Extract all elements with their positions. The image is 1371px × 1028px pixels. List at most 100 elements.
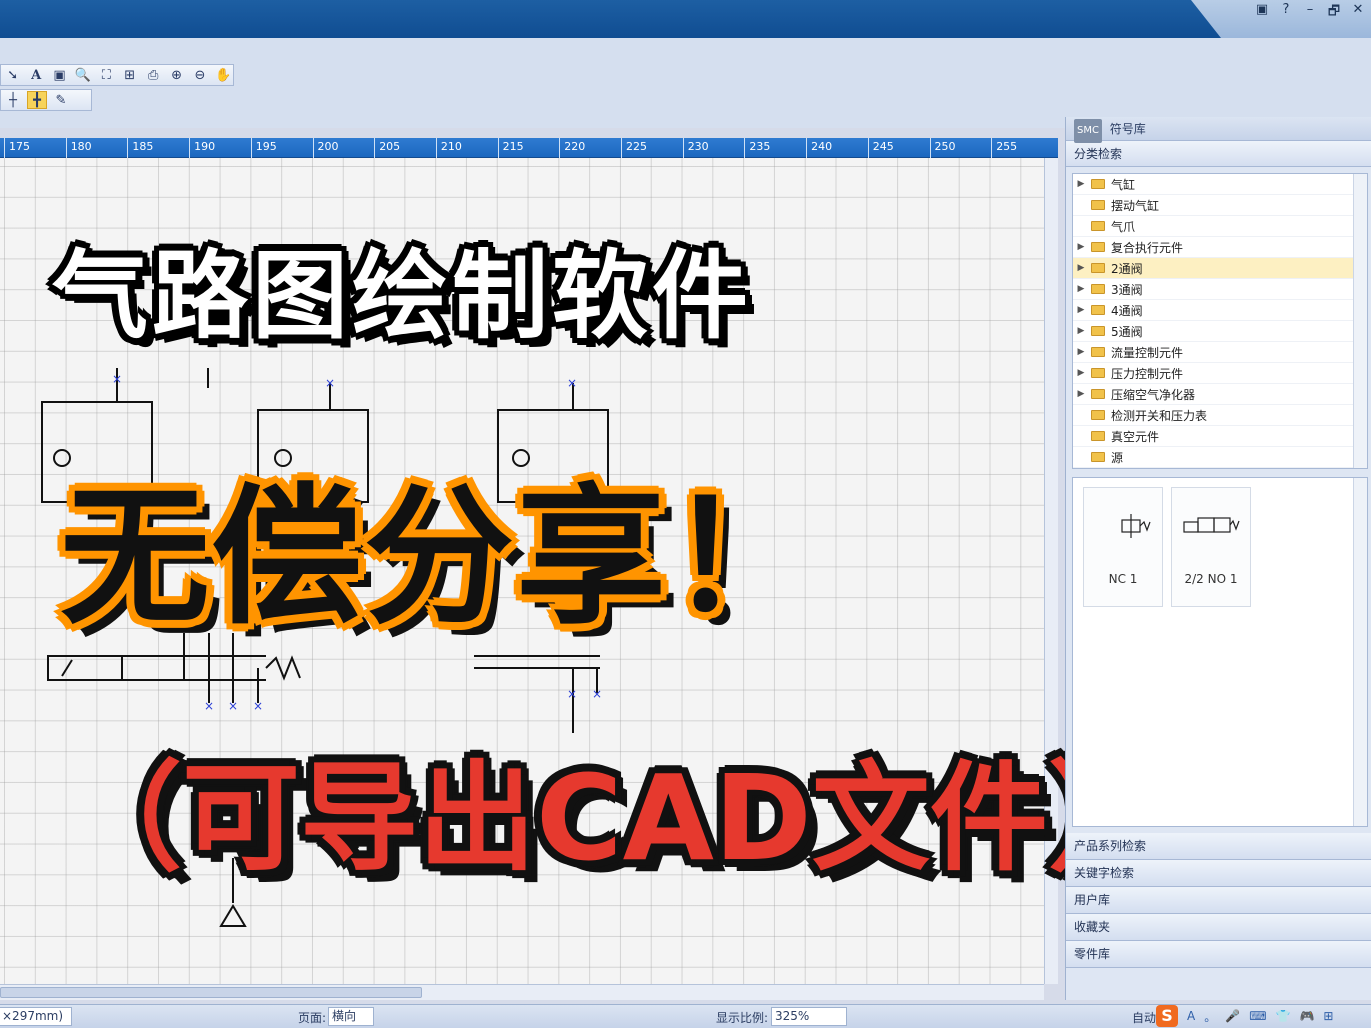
- game-icon[interactable]: 🎮: [1299, 1009, 1314, 1023]
- zoom-in-icon[interactable]: ⊕: [167, 66, 186, 84]
- tree-scrollbar[interactable]: [1353, 174, 1367, 468]
- ime-mode-icon[interactable]: A: [1187, 1009, 1195, 1023]
- restore-layout-icon[interactable]: ▣: [1255, 2, 1269, 24]
- headline-cad-export: （可导出CAD文件）: [64, 749, 1166, 887]
- canvas-horizontal-scrollbar[interactable]: [0, 984, 1044, 1000]
- folder-icon: [1091, 200, 1105, 210]
- svg-text:×: ×: [253, 699, 263, 713]
- print-preview-icon[interactable]: ⎙: [143, 66, 162, 84]
- folder-icon: [1091, 347, 1105, 357]
- tree-item[interactable]: ▶ 4通阀: [1073, 300, 1367, 321]
- tree-item-label: 气缸: [1111, 177, 1136, 192]
- tree-item[interactable]: ▶ 气缸: [1073, 174, 1367, 195]
- app-window: ▣ ? – 🗗 ✕ ➘ A ▣ 🔍 ⛶ ⊞ ⎙ ⊕ ⊖ ✋ ┼ ╋ ✎ 175 1…: [0, 0, 1371, 1028]
- toolbox-icon[interactable]: ⊞: [1323, 1009, 1333, 1023]
- crosshair-icon[interactable]: ┼: [3, 91, 23, 109]
- panel-sections: 产品系列检索 关键字检索 用户库 收藏夹 零件库: [1066, 833, 1371, 968]
- tree-item[interactable]: ▶ 3通阀: [1073, 279, 1367, 300]
- folder-icon: [1091, 284, 1105, 294]
- tree-item[interactable]: ▶ 压力控制元件: [1073, 363, 1367, 384]
- tree-item-label: 气爪: [1111, 219, 1136, 234]
- zoom-out-icon[interactable]: ⊖: [190, 66, 209, 84]
- ruler-tick: 190: [189, 138, 215, 158]
- tree-item-label: 5通阀: [1111, 324, 1143, 339]
- tree-item[interactable]: ▶ 2通阀: [1073, 258, 1367, 279]
- section-favorites[interactable]: 收藏夹: [1066, 914, 1371, 941]
- symbol-library-panel: SMC 符号库 分类检索 ▶ 气缸 摆动气缸 气爪 ▶ 复合执行元件 ▶ 2通阀 ▶ 3通阀 ▶ 4通…: [1065, 117, 1371, 1000]
- svg-text:×: ×: [325, 376, 335, 390]
- svg-text:×: ×: [567, 687, 577, 701]
- smc-logo: SMC: [1074, 119, 1102, 143]
- snap-icon[interactable]: ╋: [27, 91, 47, 109]
- microphone-icon[interactable]: 🎤: [1225, 1009, 1240, 1023]
- section-parts-library[interactable]: 零件库: [1066, 941, 1371, 968]
- system-tray: S A 。 🎤 ⌨ 👕 🎮 ⊞: [1150, 1004, 1371, 1028]
- text-icon[interactable]: A: [26, 66, 45, 84]
- zoom-grid-icon[interactable]: ⊞: [120, 66, 139, 84]
- tree-item-label: 压力控制元件: [1111, 366, 1184, 381]
- section-user-library[interactable]: 用户库: [1066, 887, 1371, 914]
- zoom-fit-icon[interactable]: ⛶: [97, 66, 116, 84]
- expand-arrow-icon[interactable]: ▶: [1073, 179, 1089, 189]
- tree-item-label: 检测开关和压力表: [1111, 408, 1208, 423]
- pan-hand-icon[interactable]: ✋: [214, 66, 233, 84]
- tree-item[interactable]: ▶ 压缩空气净化器: [1073, 384, 1367, 405]
- symbol-thumb-no[interactable]: 2/2 NO 1: [1171, 487, 1251, 607]
- tree-item[interactable]: ▶ 流量控制元件: [1073, 342, 1367, 363]
- image-icon[interactable]: ▣: [50, 66, 69, 84]
- close-icon[interactable]: ✕: [1351, 2, 1365, 24]
- tree-item[interactable]: 摆动气缸: [1073, 195, 1367, 216]
- expand-arrow-icon[interactable]: ▶: [1073, 242, 1089, 252]
- folder-icon: [1091, 410, 1105, 420]
- scrollbar-thumb[interactable]: [0, 987, 422, 998]
- tree-item-label: 2通阀: [1111, 261, 1143, 276]
- expand-arrow-icon[interactable]: ▶: [1073, 347, 1089, 357]
- folder-icon: [1091, 368, 1105, 378]
- expand-arrow-icon[interactable]: ▶: [1073, 305, 1089, 315]
- expand-arrow-icon[interactable]: ▶: [1073, 389, 1089, 399]
- section-product-series[interactable]: 产品系列检索: [1066, 833, 1371, 860]
- tree-item[interactable]: 真空元件: [1073, 426, 1367, 447]
- pointer-arrow-icon[interactable]: ➘: [3, 66, 22, 84]
- ruler-tick: 175: [4, 138, 30, 158]
- paper-size-select[interactable]: ×297mm): [0, 1007, 72, 1026]
- folder-icon: [1091, 179, 1105, 189]
- tree-item-label: 压缩空气净化器: [1111, 387, 1196, 402]
- tree-item[interactable]: 源: [1073, 447, 1367, 468]
- help-icon[interactable]: ?: [1279, 2, 1293, 24]
- toolbar: ➘ A ▣ 🔍 ⛶ ⊞ ⎙ ⊕ ⊖ ✋ ┼ ╋ ✎: [0, 38, 1371, 128]
- pencil-icon[interactable]: ✎: [51, 91, 71, 109]
- keyboard-icon[interactable]: ⌨: [1249, 1009, 1266, 1023]
- punctuation-icon[interactable]: 。: [1204, 1008, 1216, 1025]
- category-tree: ▶ 气缸 摆动气缸 气爪 ▶ 复合执行元件 ▶ 2通阀 ▶ 3通阀 ▶ 4通阀 ▶ 5通阀 ▶ 流量控制元件 ▶…: [1072, 173, 1368, 469]
- ruler-tick: 230: [682, 138, 709, 158]
- toolbar-row-view: ➘ A ▣ 🔍 ⛶ ⊞ ⎙ ⊕ ⊖ ✋: [0, 64, 234, 86]
- folder-icon: [1091, 326, 1105, 336]
- tree-item[interactable]: 气爪: [1073, 216, 1367, 237]
- tree-item[interactable]: ▶ 5通阀: [1073, 321, 1367, 342]
- zoom-scale-select[interactable]: 325%: [771, 1007, 847, 1026]
- headline-title: 气路图绘制软件: [52, 240, 752, 352]
- tree-item[interactable]: 检测开关和压力表: [1073, 405, 1367, 426]
- page-orientation-select[interactable]: 横向: [328, 1007, 374, 1026]
- section-keyword-search[interactable]: 关键字检索: [1066, 860, 1371, 887]
- expand-arrow-icon[interactable]: ▶: [1073, 368, 1089, 378]
- minimize-icon[interactable]: –: [1303, 2, 1317, 24]
- tree-item[interactable]: ▶ 复合执行元件: [1073, 237, 1367, 258]
- category-search-header[interactable]: 分类检索: [1066, 141, 1371, 167]
- expand-arrow-icon[interactable]: ▶: [1073, 326, 1089, 336]
- tree-item-label: 源: [1111, 450, 1124, 465]
- symbol-thumb-nc[interactable]: NC 1: [1083, 487, 1163, 607]
- toolbar-row-snap: ┼ ╋ ✎: [0, 89, 92, 111]
- ruler-tick: 250: [929, 138, 956, 158]
- ruler-tick: 210: [435, 138, 462, 158]
- tree-item-label: 3通阀: [1111, 282, 1143, 297]
- skin-icon[interactable]: 👕: [1276, 1009, 1291, 1023]
- thumb-label: NC 1: [1108, 572, 1138, 586]
- expand-arrow-icon[interactable]: ▶: [1073, 263, 1089, 273]
- expand-arrow-icon[interactable]: ▶: [1073, 284, 1089, 294]
- ime-icon[interactable]: S: [1156, 1005, 1178, 1027]
- maximize-icon[interactable]: 🗗: [1327, 2, 1341, 24]
- zoom-icon[interactable]: 🔍: [73, 66, 92, 84]
- thumbs-scrollbar[interactable]: [1353, 478, 1367, 826]
